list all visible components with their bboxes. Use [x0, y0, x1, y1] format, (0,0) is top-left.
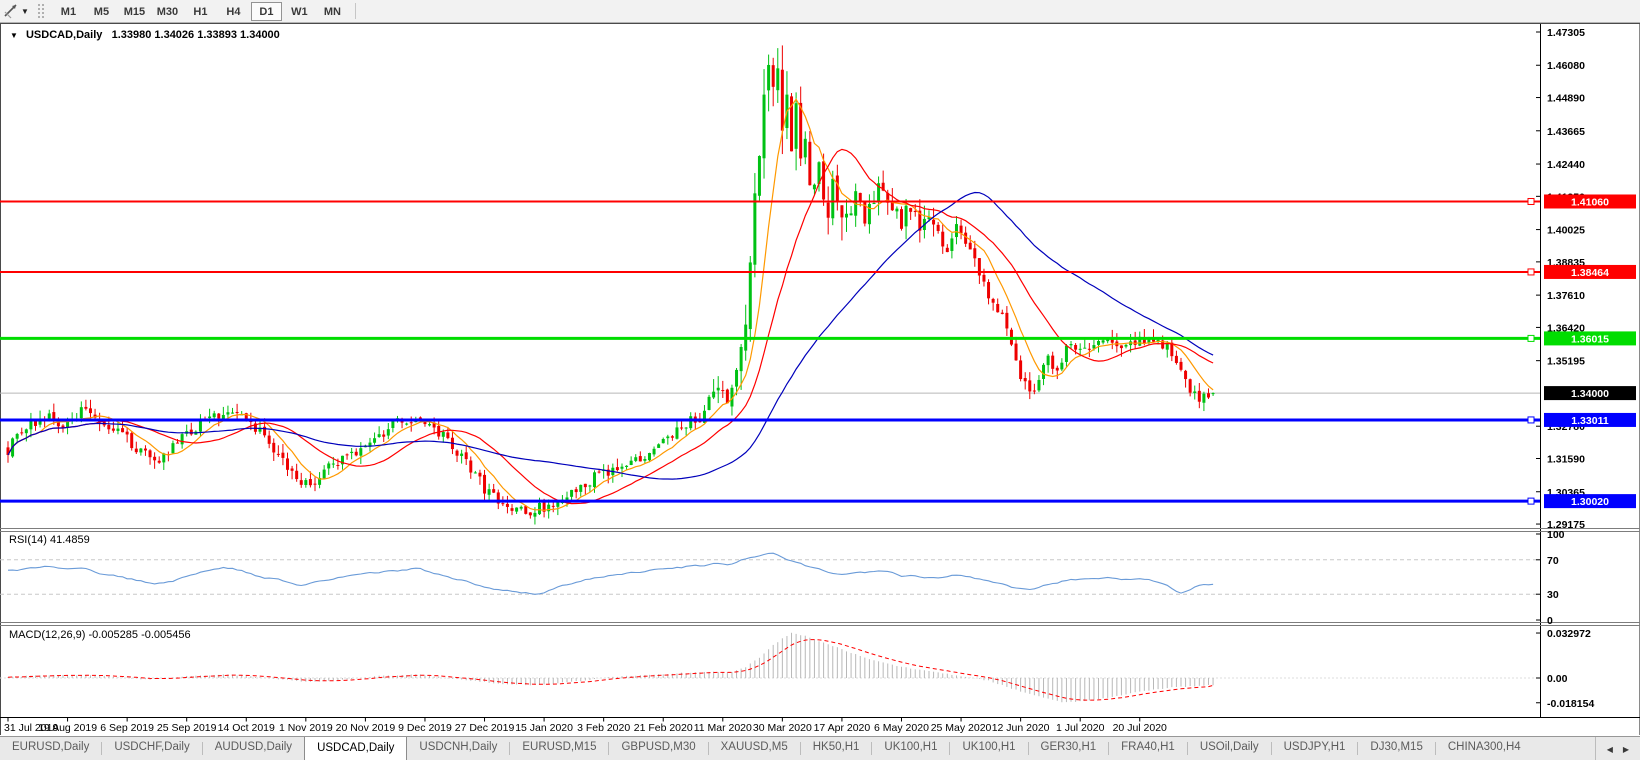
svg-text:1.43665: 1.43665 — [1547, 126, 1585, 138]
svg-text:1 Jul 2020: 1 Jul 2020 — [1056, 722, 1105, 734]
svg-text:0.032972: 0.032972 — [1547, 628, 1591, 640]
svg-text:0.00: 0.00 — [1547, 673, 1568, 685]
timeframe-button-h4[interactable]: H4 — [218, 2, 249, 21]
rsi-indicator-label: RSI(14) 41.4859 — [9, 534, 90, 546]
svg-text:15 Jan 2020: 15 Jan 2020 — [515, 722, 573, 734]
svg-text:1.36015: 1.36015 — [1571, 333, 1609, 345]
timeframe-button-m15[interactable]: M15 — [119, 2, 150, 21]
chart-tab-eurusd-m15-5[interactable]: EURUSD,M15 — [510, 737, 608, 760]
svg-text:1.37610: 1.37610 — [1547, 290, 1585, 302]
svg-text:100: 100 — [1547, 529, 1565, 541]
candles-group — [6, 45, 1215, 525]
chart-title[interactable]: ▼ USDCAD,Daily 1.33980 1.34026 1.33893 1… — [10, 29, 280, 41]
chart-tab-ger30-h1-11[interactable]: GER30,H1 — [1029, 737, 1109, 760]
chart-title-symbol: USDCAD,Daily — [25, 29, 103, 41]
timeframe-buttons: M1 M5 M15 M30 H1 H4 D1 W1 MN — [52, 1, 349, 21]
svg-text:1.30020: 1.30020 — [1571, 496, 1609, 508]
timeframe-button-m5[interactable]: M5 — [86, 2, 117, 21]
chart-quote-ohlc: 1.33980 1.34026 1.33893 1.34000 — [111, 29, 280, 41]
chart-tab-usdjpy-h1-14[interactable]: USDJPY,H1 — [1272, 737, 1358, 760]
line-studies-icon[interactable] — [2, 2, 20, 20]
svg-text:6 May 2020: 6 May 2020 — [874, 722, 929, 734]
chart-tab-usdcad-daily-3[interactable]: USDCAD,Daily — [304, 737, 408, 760]
timeframe-button-m30[interactable]: M30 — [152, 2, 183, 21]
timeframe-toolbar: ▼ M1 M5 M15 M30 H1 H4 D1 W1 MN — [0, 0, 1640, 23]
chart-tabs: EURUSD,Daily USDCHF,Daily AUDUSD,Daily USDC… — [0, 737, 1533, 760]
svg-text:1.42440: 1.42440 — [1547, 159, 1585, 171]
svg-text:0: 0 — [1547, 615, 1553, 627]
svg-text:1.33011: 1.33011 — [1571, 415, 1609, 427]
macd-indicator-label: MACD(12,26,9) -0.005285 -0.005456 — [9, 629, 191, 641]
svg-text:25 May 2020: 25 May 2020 — [931, 722, 992, 734]
svg-text:1.40025: 1.40025 — [1547, 225, 1585, 237]
trendline-glyph — [4, 4, 17, 19]
chart-tab-audusd-daily-2[interactable]: AUDUSD,Daily — [203, 737, 304, 760]
chart-tab-china300-h4-16[interactable]: CHINA300,H4 — [1436, 737, 1533, 760]
chart-tab-fra40-h1-12[interactable]: FRA40,H1 — [1109, 737, 1187, 760]
chart-tab-xauusd-m5-7[interactable]: XAUUSD,M5 — [709, 737, 800, 760]
ma-mid-line — [7, 148, 1214, 505]
svg-text:1.31590: 1.31590 — [1547, 454, 1585, 466]
chart-tab-dj30-m15-15[interactable]: DJ30,M15 — [1358, 737, 1434, 760]
price-axis[interactable]: 1.473051.460801.448901.436651.424401.412… — [1536, 27, 1636, 531]
chart-tab-uk100-h1-10[interactable]: UK100,H1 — [950, 737, 1027, 760]
chart-tab-usdcnh-daily-4[interactable]: USDCNH,Daily — [407, 737, 509, 760]
tool-dropdown-arrow[interactable]: ▼ — [21, 7, 29, 16]
svg-text:1.34000: 1.34000 — [1571, 388, 1609, 400]
svg-text:1.38464: 1.38464 — [1571, 267, 1609, 279]
chart-tab-hk50-h1-8[interactable]: HK50,H1 — [801, 737, 872, 760]
tab-scroll-left-arrow[interactable]: ◀ — [1607, 745, 1613, 754]
ma-slow-line — [7, 191, 1214, 480]
chart-tab-uk100-h1-9[interactable]: UK100,H1 — [872, 737, 949, 760]
svg-text:20 Jul 2020: 20 Jul 2020 — [1113, 722, 1167, 734]
svg-text:14 Oct 2019: 14 Oct 2019 — [218, 722, 275, 734]
svg-text:12 Jun 2020: 12 Jun 2020 — [992, 722, 1050, 734]
svg-text:1.46080: 1.46080 — [1547, 60, 1585, 72]
toolbar-grip-handle[interactable] — [36, 3, 44, 19]
chart-tab-usdchf-daily-1[interactable]: USDCHF,Daily — [102, 737, 201, 760]
svg-text:27 Dec 2019: 27 Dec 2019 — [455, 722, 515, 734]
svg-text:1.41060: 1.41060 — [1571, 196, 1609, 208]
timeframe-button-h1[interactable]: H1 — [185, 2, 216, 21]
ma-fast-line — [7, 98, 1214, 511]
chart-tab-bar: EURUSD,Daily USDCHF,Daily AUDUSD,Daily USDC… — [0, 736, 1640, 760]
svg-text:11 Mar 2020: 11 Mar 2020 — [694, 722, 752, 734]
svg-text:30 Mar 2020: 30 Mar 2020 — [753, 722, 812, 734]
svg-text:70: 70 — [1547, 555, 1559, 567]
svg-text:21 Feb 2020: 21 Feb 2020 — [634, 722, 693, 734]
mt4-window: 1.473051.460801.448901.436651.424401.412… — [0, 0, 1640, 760]
macd-signal-line — [7, 639, 1214, 701]
macd-panel: 0.032972 0.00 -0.018154 — [0, 628, 1594, 710]
time-axis[interactable]: 31 Jul 201919 Aug 2019 6 Sep 2019 25 Sep 2… — [4, 717, 1167, 735]
horizontal-levels — [0, 197, 1540, 505]
window-frame — [0, 23, 1640, 735]
svg-text:20 Nov 2019: 20 Nov 2019 — [336, 722, 396, 734]
chart-tab-usoil-daily-13[interactable]: USOil,Daily — [1188, 737, 1271, 760]
svg-text:1.47305: 1.47305 — [1547, 27, 1585, 39]
timeframe-button-d1[interactable]: D1 — [250, 1, 282, 21]
moving-averages — [7, 98, 1214, 511]
svg-text:25 Sep 2019: 25 Sep 2019 — [157, 722, 217, 734]
svg-text:1 Nov 2019: 1 Nov 2019 — [279, 722, 333, 734]
timeframe-button-mn[interactable]: MN — [317, 2, 348, 21]
svg-text:1.44890: 1.44890 — [1547, 93, 1585, 105]
rsi-panel: 100 70 30 0 — [0, 529, 1565, 627]
chart-menu-arrow[interactable]: ▼ — [10, 31, 18, 40]
svg-text:6 Sep 2019: 6 Sep 2019 — [100, 722, 154, 734]
toolbar-separator — [354, 3, 356, 19]
svg-text:19 Aug 2019: 19 Aug 2019 — [38, 722, 97, 734]
svg-text:17 Apr 2020: 17 Apr 2020 — [814, 722, 871, 734]
chart-tab-gbpusd-m30-6[interactable]: GBPUSD,M30 — [609, 737, 707, 760]
timeframe-button-m1[interactable]: M1 — [53, 2, 84, 21]
svg-text:1.35195: 1.35195 — [1547, 356, 1585, 368]
tab-scroll-right-arrow[interactable]: ▶ — [1623, 745, 1629, 754]
svg-text:-0.018154: -0.018154 — [1547, 698, 1594, 710]
timeframe-button-w1[interactable]: W1 — [284, 2, 315, 21]
svg-text:3 Feb 2020: 3 Feb 2020 — [577, 722, 630, 734]
chart-canvas[interactable]: 1.473051.460801.448901.436651.424401.412… — [0, 0, 1640, 760]
chart-tab-eurusd-daily-0[interactable]: EURUSD,Daily — [0, 737, 101, 760]
svg-text:9 Dec 2019: 9 Dec 2019 — [398, 722, 452, 734]
tab-scroll-nav: ◀ ▶ — [1594, 737, 1640, 760]
svg-text:30: 30 — [1547, 589, 1559, 601]
